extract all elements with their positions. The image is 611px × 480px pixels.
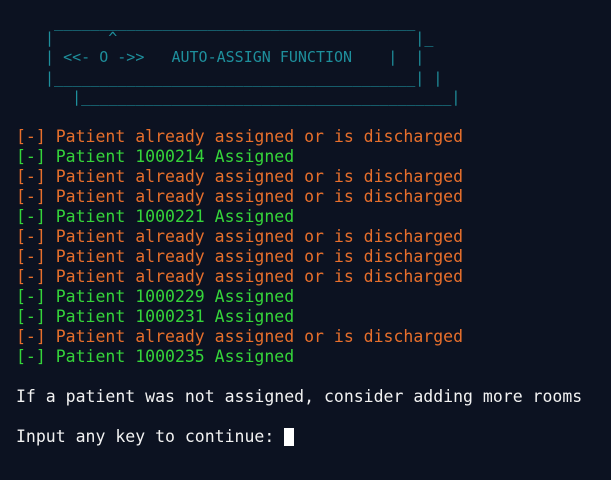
terminal-window: ________________________________________…	[0, 0, 611, 480]
log-line-warning: [-] Patient already assigned or is disch…	[16, 167, 464, 186]
prompt-label: Input any key to continue:	[16, 427, 285, 446]
banner-line-1: ________________________________________	[36, 13, 416, 31]
continue-prompt[interactable]: Input any key to continue:	[16, 427, 295, 447]
banner-title-line: | <<- O ->> AUTO-ASSIGN FUNCTION | |	[36, 48, 425, 66]
log-line-warning: [-] Patient already assigned or is disch…	[16, 227, 464, 246]
log-line-warning: [-] Patient already assigned or is disch…	[16, 187, 464, 206]
banner-line-5: |_______________________________________…	[36, 88, 461, 106]
log-line-assigned: [-] Patient 1000229 Assigned	[16, 287, 295, 306]
text-cursor[interactable]	[284, 428, 295, 446]
log-line-assigned: [-] Patient 1000221 Assigned	[16, 207, 295, 226]
banner-line-4: |_______________________________________…	[36, 69, 443, 87]
log-line-warning: [-] Patient already assigned or is disch…	[16, 327, 464, 346]
banner-line-2: | ^ |_	[36, 29, 434, 47]
log-line-warning: [-] Patient already assigned or is disch…	[16, 127, 464, 146]
log-line-assigned: [-] Patient 1000214 Assigned	[16, 147, 295, 166]
log-line-warning: [-] Patient already assigned or is disch…	[16, 247, 464, 266]
info-message: If a patient was not assigned, consider …	[16, 387, 583, 406]
log-line-warning: [-] Patient already assigned or is disch…	[16, 267, 464, 286]
log-line-assigned: [-] Patient 1000235 Assigned	[16, 347, 295, 366]
assignment-log: [-] Patient already assigned or is disch…	[16, 127, 463, 367]
log-line-assigned: [-] Patient 1000231 Assigned	[16, 307, 295, 326]
